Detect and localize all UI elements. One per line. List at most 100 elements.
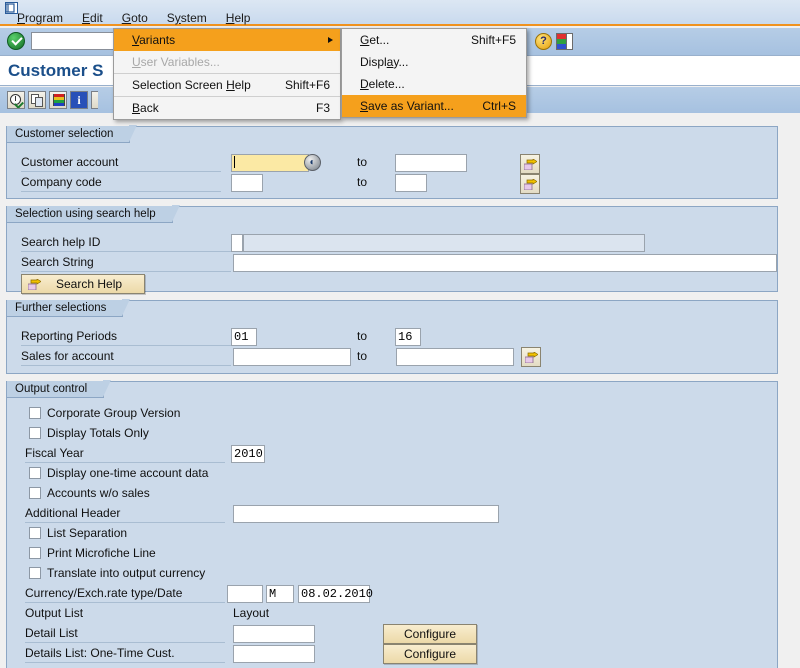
menu-item-selection-screen-help[interactable]: Selection Screen Help Shift+F6: [114, 74, 340, 96]
label-layout: Layout: [233, 606, 269, 620]
row-underline-10: [25, 642, 225, 643]
label-to-1: to: [357, 155, 367, 169]
input-customer-account-to[interactable]: [395, 154, 467, 172]
label-display-one-time-account-data: Display one-time account data: [47, 466, 208, 480]
checkbox-translate-into-output-currency[interactable]: [29, 567, 41, 579]
input-customer-account-from[interactable]: [231, 154, 309, 172]
input-company-code-to[interactable]: [395, 174, 427, 192]
row-underline-8: [25, 522, 225, 523]
checkbox-display-one-time-account-data[interactable]: [29, 467, 41, 479]
goto-menu-popup: Variants User Variables... Selection Scr…: [113, 28, 341, 120]
input-company-code-from[interactable]: [231, 174, 263, 192]
input-translation-date[interactable]: 08.02.2010: [298, 585, 370, 603]
menu-item-delete[interactable]: Delete...: [342, 73, 526, 95]
search-help-icon-customer-account[interactable]: ◐: [304, 154, 321, 171]
row-underline-7: [25, 462, 225, 463]
panel-title-search-help: Selection using search help: [7, 206, 173, 223]
variants-submenu-popup: Get... Shift+F5 Display... Delete... Sav…: [341, 28, 527, 118]
menu-item-save-as-variant[interactable]: Save as Variant... Ctrl+S: [342, 95, 526, 117]
input-reporting-periods-to[interactable]: 16: [395, 328, 421, 346]
row-underline-1: [21, 171, 221, 172]
input-search-help-id[interactable]: [231, 234, 243, 252]
search-help-button-label: Search Help: [56, 277, 122, 291]
menu-item-selection-screen-help-shortcut: Shift+F6: [285, 74, 330, 96]
panel-selection-using-search-help: Selection using search help Search help …: [6, 206, 778, 292]
menu-bar: Program Edit Goto System Help: [0, 0, 800, 26]
checkbox-accounts-wo-sales[interactable]: [29, 487, 41, 499]
input-fiscal-year[interactable]: 2010: [231, 445, 265, 463]
row-underline-4: [21, 271, 231, 272]
menu-help[interactable]: Help: [223, 11, 254, 25]
label-currency-exch-rate-type-date: Currency/Exch.rate type/Date: [25, 586, 182, 600]
multiple-selection-button-sales-for-account[interactable]: [521, 347, 541, 367]
label-display-totals-only: Display Totals Only: [47, 426, 149, 440]
submenu-arrow-icon: [328, 37, 333, 43]
help-icon[interactable]: ?: [535, 33, 552, 50]
label-output-list: Output List: [25, 606, 83, 620]
input-search-help-description: [243, 234, 645, 252]
menu-item-get-shortcut: Shift+F5: [471, 29, 516, 51]
input-sales-for-account-from[interactable]: [233, 348, 351, 366]
label-accounts-wo-sales: Accounts w/o sales: [47, 486, 150, 500]
menu-program[interactable]: Program: [14, 11, 66, 25]
input-details-list-one-time-layout[interactable]: [233, 645, 315, 663]
label-translate-into-output-currency: Translate into output currency: [47, 566, 205, 580]
row-underline-11: [25, 662, 225, 663]
menu-item-back[interactable]: Back F3: [114, 97, 340, 119]
panel-title-customer-selection: Customer selection: [7, 126, 130, 143]
input-detail-list-layout[interactable]: [233, 625, 315, 643]
sap-gui-window: Program Edit Goto System Help ? Customer…: [0, 0, 800, 668]
label-to-4: to: [357, 349, 367, 363]
panel-title-output-control: Output control: [7, 381, 104, 398]
panel-customer-selection: Customer selection Customer account ◐ to…: [6, 126, 778, 199]
color-bars-icon[interactable]: [49, 91, 67, 109]
label-company-code: Company code: [21, 175, 102, 189]
menu-edit[interactable]: Edit: [79, 11, 106, 25]
menu-system[interactable]: System: [164, 11, 210, 25]
panel-further-selections: Further selections Reporting Periods 01 …: [6, 300, 778, 374]
enter-check-icon[interactable]: [7, 32, 25, 50]
checkbox-corporate-group-version[interactable]: [29, 407, 41, 419]
label-to-3: to: [357, 329, 367, 343]
label-reporting-periods: Reporting Periods: [21, 329, 117, 343]
page-title: Customer S: [8, 61, 103, 81]
label-fiscal-year: Fiscal Year: [25, 446, 84, 460]
row-underline-5: [21, 345, 231, 346]
multiple-selection-button-company-code[interactable]: [520, 174, 540, 194]
copy-icon[interactable]: [28, 91, 46, 109]
menu-item-get[interactable]: Get... Shift+F5: [342, 29, 526, 51]
menu-item-display[interactable]: Display...: [342, 51, 526, 73]
toolbar-icon-group: ?: [535, 33, 573, 50]
label-corporate-group-version: Corporate Group Version: [47, 406, 180, 420]
information-icon[interactable]: [70, 91, 88, 109]
menu-item-save-as-variant-shortcut: Ctrl+S: [482, 95, 516, 117]
configure-detail-list-button[interactable]: Configure: [383, 624, 477, 644]
menu-goto[interactable]: Goto: [119, 11, 151, 25]
label-detail-list: Detail List: [25, 626, 78, 640]
search-help-button[interactable]: Search Help: [21, 274, 145, 294]
input-search-string[interactable]: [233, 254, 777, 272]
menu-item-variants-label: ariants: [139, 33, 175, 47]
menu-item-user-variables: User Variables...: [114, 51, 340, 73]
checkbox-list-separation[interactable]: [29, 527, 41, 539]
multiple-selection-button-customer-account[interactable]: [520, 154, 540, 174]
menu-item-variants[interactable]: Variants: [114, 29, 340, 51]
input-exchange-rate-type[interactable]: M: [266, 585, 294, 603]
checkbox-display-totals-only[interactable]: [29, 427, 41, 439]
label-details-list-one-time-cust: Details List: One-Time Cust.: [25, 646, 175, 660]
input-additional-header[interactable]: [233, 505, 499, 523]
checkbox-print-microfiche-line[interactable]: [29, 547, 41, 559]
arrow-right-icon: [28, 279, 41, 290]
input-sales-for-account-to[interactable]: [396, 348, 514, 366]
partial-icon[interactable]: [91, 91, 98, 109]
label-list-separation: List Separation: [47, 526, 127, 540]
input-currency[interactable]: [227, 585, 263, 603]
row-underline-2: [21, 191, 221, 192]
row-underline-6: [21, 365, 231, 366]
layout-menu-icon[interactable]: [556, 33, 573, 50]
label-search-help-id: Search help ID: [21, 235, 100, 249]
execute-clock-icon[interactable]: [7, 91, 25, 109]
input-reporting-periods-from[interactable]: 01: [231, 328, 257, 346]
configure-details-list-one-time-button[interactable]: Configure: [383, 644, 477, 664]
label-search-string: Search String: [21, 255, 94, 269]
